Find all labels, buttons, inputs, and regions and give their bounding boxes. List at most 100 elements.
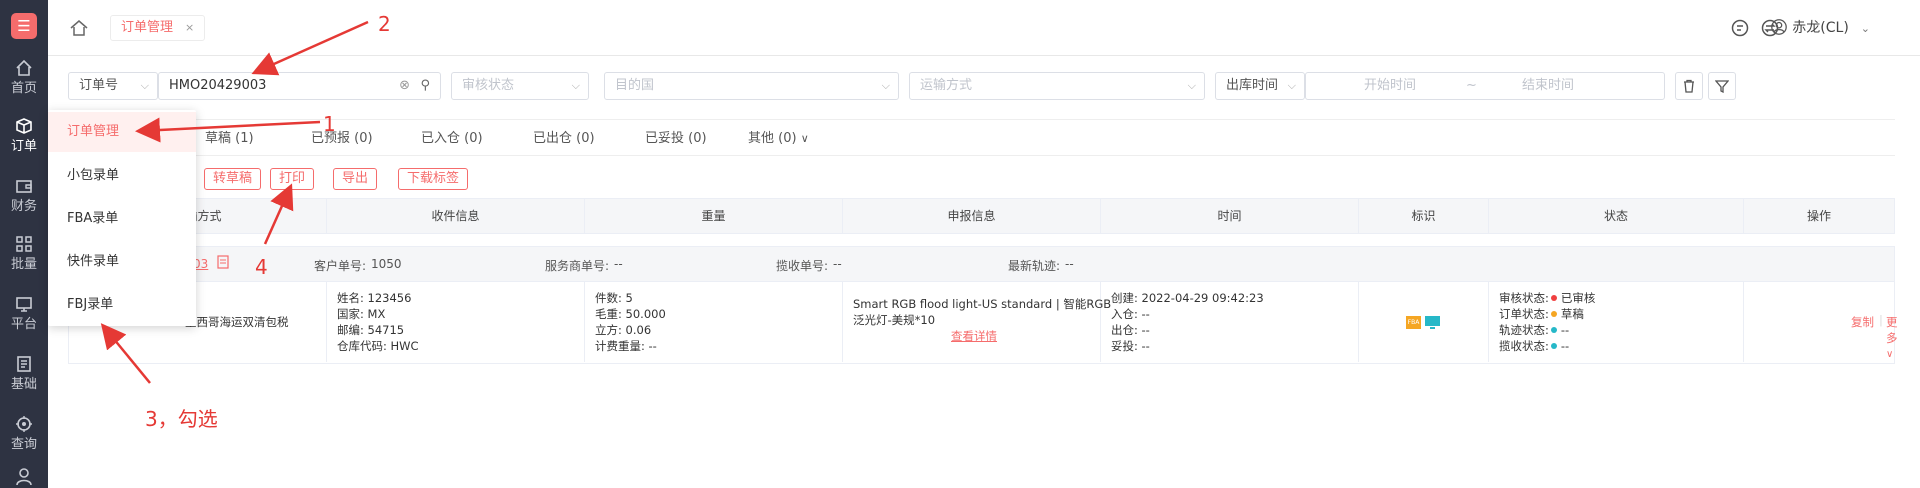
status-value: 草稿 <box>1560 307 1584 321</box>
status-dot <box>1550 311 1557 317</box>
status-dot <box>1550 295 1557 301</box>
chevron-down-icon: ⌵ <box>1187 79 1196 92</box>
sidebar-item-label: 批量 <box>10 257 37 272</box>
sidebar-item-label: 财务 <box>10 199 37 214</box>
service-no-label: 服务商单号: <box>545 259 610 273</box>
time-type-select[interactable]: 出库时间 ⌵ <box>1215 72 1305 100</box>
date-range-picker[interactable]: 开始时间 ~ 结束时间 <box>1305 72 1665 100</box>
order-submenu: 订单管理 小包录单 FBA录单 快件录单 FBJ录单 <box>48 110 196 326</box>
search-type-value: 订单号 <box>79 78 119 93</box>
sidebar-item-finance[interactable]: 财务 <box>0 170 48 222</box>
shipping-method-select[interactable]: 运输方式 ⌵ <box>909 72 1205 100</box>
volume: 立方: 0.06 <box>595 323 652 337</box>
submenu-parcel-entry[interactable]: 小包录单 <box>48 156 196 196</box>
table-header: 运输方式 收件信息 重量 申报信息 时间 标识 状态 操作 <box>68 198 1895 234</box>
submenu-order-management[interactable]: 订单管理 <box>48 112 196 152</box>
search-input-value: HMO20429003 <box>169 78 267 93</box>
tab-other-label: 其他 (0) <box>748 131 797 146</box>
more-button[interactable]: 更多 ∨ <box>1886 314 1898 360</box>
sidebar-item-query[interactable]: 查询 <box>0 408 48 460</box>
status-dot <box>1550 343 1557 349</box>
column-header: 收件信息 <box>327 199 585 233</box>
sidebar-item-platform[interactable]: 平台 <box>0 288 48 340</box>
declare-cell: Smart RGB flood light-US standard | 智能RG… <box>843 282 1111 362</box>
review-status-select[interactable]: 审核状态 ⌵ <box>451 72 589 100</box>
submenu-fbj-entry[interactable]: FBJ录单 <box>48 285 196 325</box>
search-icon[interactable]: ⚲ <box>420 73 430 99</box>
tab-other[interactable]: 其他 (0) ∨ <box>748 130 809 148</box>
destination-select[interactable]: 目的国 ⌵ <box>604 72 899 100</box>
sidebar-item-label: 订单 <box>10 139 37 154</box>
sidebar-item-order[interactable]: 订单 <box>0 110 48 162</box>
message-icon[interactable] <box>1730 18 1750 38</box>
status-label: 揽收状态: <box>1499 339 1549 353</box>
download-label-button[interactable]: 下载标签 <box>398 168 469 190</box>
order-group-row: 03 客户单号: 1050 服务商单号: -- 揽收单号: -- 最新轨迹: -… <box>68 246 1895 282</box>
tab-forecast[interactable]: 已预报 (0) <box>311 130 373 148</box>
annotation-step-3: 3，勾选 <box>145 407 218 431</box>
table-row[interactable]: 墨西哥海运双清包税 姓名: 123456 国家: MX 邮编: 54715 仓库… <box>68 282 1898 364</box>
tab-draft[interactable]: 草稿 (1) <box>205 130 254 148</box>
clear-filter-button[interactable] <box>1675 72 1703 100</box>
sidebar-item-home[interactable]: 首页 <box>0 52 48 104</box>
in-warehouse-time: 入仓: -- <box>1111 307 1150 321</box>
sidebar-item-label: 基础 <box>10 377 37 392</box>
home-icon[interactable] <box>68 17 90 39</box>
package-icon <box>16 118 32 134</box>
chevron-down-icon: ⌵ <box>881 79 890 92</box>
tab-in-warehouse[interactable]: 已入仓 (0) <box>421 130 483 148</box>
tab-label: 订单管理 <box>121 20 174 35</box>
clear-icon[interactable]: ⊗ <box>399 73 410 99</box>
shipping-method: 墨西哥海运双清包税 <box>185 315 289 329</box>
search-type-select[interactable]: 订单号 ⌵ <box>68 72 158 100</box>
copy-icon[interactable] <box>217 255 229 272</box>
to-draft-button[interactable]: 转草稿 <box>204 168 262 190</box>
latest-track: -- <box>1065 257 1074 271</box>
sidebar-item-label: 首页 <box>10 81 37 96</box>
status-value: -- <box>1560 339 1570 353</box>
copy-button[interactable]: 复制 <box>1851 314 1874 330</box>
submenu-express-entry[interactable]: 快件录单 <box>48 242 196 282</box>
end-date-placeholder: 结束时间 <box>1522 78 1575 93</box>
status-value: 已审核 <box>1560 291 1596 305</box>
wallet-icon <box>16 180 32 193</box>
advanced-filter-button[interactable] <box>1708 72 1736 100</box>
print-button[interactable]: 打印 <box>270 168 315 190</box>
sidebar-item-batch[interactable]: 批量 <box>0 228 48 280</box>
delivered-time: 妥投: -- <box>1111 339 1150 353</box>
status-label: 审核状态: <box>1499 291 1549 305</box>
column-header: 操作 <box>1806 209 1831 223</box>
recipient-cell: 姓名: 123456 国家: MX 邮编: 54715 仓库代码: HWC <box>327 282 585 362</box>
filter-icon <box>1714 80 1730 94</box>
out-warehouse-time: 出仓: -- <box>1111 323 1150 337</box>
menu-toggle-icon[interactable]: ☰ <box>11 13 37 39</box>
home-icon <box>16 59 32 76</box>
tab-out-warehouse[interactable]: 已出仓 (0) <box>533 130 595 148</box>
user-menu[interactable]: 赤龙(CL) ⌄ <box>1770 18 1870 39</box>
more-label: 更多 <box>1886 315 1898 345</box>
close-icon[interactable]: × <box>185 21 194 34</box>
export-button[interactable]: 导出 <box>333 168 378 190</box>
sidebar-item-basic[interactable]: 基础 <box>0 348 48 400</box>
tab-delivered[interactable]: 已妥投 (0) <box>645 130 707 148</box>
sidebar-item-label: 平台 <box>10 317 37 332</box>
target-icon <box>16 416 32 432</box>
time-type-value: 出库时间 <box>1226 78 1279 93</box>
status-label: 订单状态: <box>1499 307 1549 321</box>
tab-order-management[interactable]: 订单管理 × <box>110 15 206 41</box>
column-header: 时间 <box>1101 199 1359 233</box>
track-status: 轨迹状态: -- <box>1499 322 1743 338</box>
status-cell: 审核状态: 已审核 订单状态: 草稿 轨迹状态: -- 揽收状态: -- <box>1489 282 1744 362</box>
declare-info: 泛光灯-美规*10 <box>853 313 936 327</box>
service-no: -- <box>614 257 623 271</box>
user-name: 赤龙(CL) <box>1792 20 1849 36</box>
time-cell: 创建: 2022-04-29 09:42:23 入仓: -- 出仓: -- 妥投… <box>1101 282 1359 362</box>
view-details-link[interactable]: 查看详情 <box>853 328 1100 344</box>
divider <box>68 155 1895 156</box>
user-icon[interactable] <box>14 466 34 486</box>
column-header: 重量 <box>585 199 843 233</box>
annotation-step-1: 1 <box>323 112 336 136</box>
submenu-fba-entry[interactable]: FBA录单 <box>48 199 196 239</box>
chevron-down-icon: ∨ <box>1886 349 1894 360</box>
search-input[interactable]: HMO20429003 ⊗ ⚲ <box>158 72 441 100</box>
